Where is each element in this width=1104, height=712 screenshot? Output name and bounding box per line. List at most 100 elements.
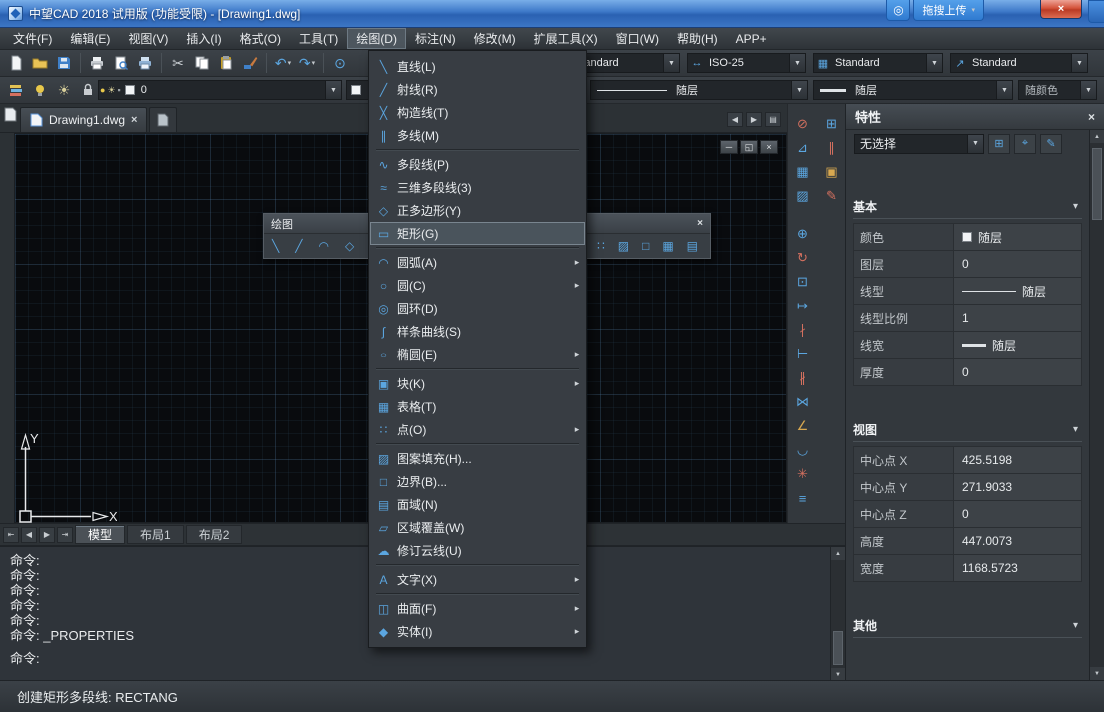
menu-insert[interactable]: 插入(I) (177, 28, 230, 49)
cut-button[interactable]: ✂ (166, 52, 190, 74)
document-tab-close-icon[interactable]: × (131, 114, 137, 126)
tab-nav-last-button[interactable]: ⇥ (57, 527, 73, 543)
section-other[interactable]: 其他 ▾ (853, 614, 1082, 638)
quick-select-button[interactable]: ✎ (1040, 134, 1062, 154)
point-icon[interactable]: ∷ (597, 239, 605, 253)
menu-item-surface[interactable]: ◫ 曲面(F) ▸ (370, 597, 585, 620)
overlay-more-button[interactable] (1088, 0, 1104, 23)
menu-item-arc[interactable]: ◠ 圆弧(A) ▸ (370, 251, 585, 274)
properties-panel-close-icon[interactable]: × (1088, 110, 1095, 124)
section-view[interactable]: 视图 ▾ (853, 418, 1082, 442)
align-button[interactable]: ≡ (788, 486, 817, 510)
menu-item-ellipse[interactable]: ○ 椭圆(E) ▸ (370, 343, 585, 366)
select-objects-button[interactable]: ⌖ (1014, 134, 1036, 154)
undo-button[interactable]: ↶ ▾ (271, 52, 295, 74)
menu-item-region[interactable]: ▤ 面域(N) (370, 493, 585, 516)
tab-layout1[interactable]: 布局1 (127, 525, 184, 544)
properties-scrollbar[interactable]: ▲ ▼ (1089, 130, 1104, 680)
child-restore-button[interactable]: ◱ (740, 140, 758, 154)
combo-arrow-icon[interactable]: ▼ (1080, 81, 1096, 99)
array-button[interactable]: ▦ (788, 160, 817, 184)
menu-item-circle[interactable]: ○ 圆(C) ▸ (370, 274, 585, 297)
new-button[interactable] (4, 52, 28, 74)
mleader-style-combo[interactable]: ↗ Standard ▼ (950, 53, 1088, 73)
menu-help[interactable]: 帮助(H) (668, 28, 727, 49)
combo-arrow-icon[interactable]: ▼ (791, 81, 807, 99)
tab-layout2[interactable]: 布局2 (186, 525, 243, 544)
zoom-realtime-button[interactable]: ⊙ (328, 52, 352, 74)
combo-arrow-icon[interactable]: ▼ (663, 54, 679, 72)
combo-arrow-icon[interactable]: ▼ (789, 54, 805, 72)
menu-app-plus[interactable]: APP+ (727, 28, 776, 49)
arc-icon[interactable]: ◠ (318, 239, 328, 253)
copy-object-button[interactable]: ⊞ (817, 112, 846, 136)
command-scrollbar-thumb[interactable] (833, 631, 843, 665)
chamfer-button[interactable]: ∠ (788, 414, 817, 438)
layer-states-button[interactable] (28, 79, 52, 101)
new-document-tab-button[interactable] (149, 107, 177, 132)
section-collapse-icon[interactable]: ▾ (1073, 201, 1082, 212)
move-button[interactable]: ⊕ (788, 222, 817, 246)
menu-dimension[interactable]: 标注(N) (406, 28, 465, 49)
menu-view[interactable]: 视图(V) (119, 28, 177, 49)
section-basic[interactable]: 基本 ▾ (853, 195, 1082, 219)
document-tab[interactable]: Drawing1.dwg × (20, 107, 147, 132)
section-collapse-icon[interactable]: ▾ (1073, 620, 1082, 631)
copy-button[interactable] (190, 52, 214, 74)
trim-button[interactable]: ∤ (788, 318, 817, 342)
polygon-icon[interactable]: ◇ (345, 239, 354, 253)
close-button[interactable]: × (1040, 0, 1082, 19)
menu-item-multiline[interactable]: ∥ 多线(M) (370, 124, 585, 147)
tab-scroll-right-button[interactable]: ▶ (746, 112, 762, 127)
rotate-button[interactable]: ↻ (788, 246, 817, 270)
menu-express-tools[interactable]: 扩展工具(X) (525, 28, 607, 49)
scroll-up-icon[interactable]: ▲ (831, 547, 845, 560)
combo-arrow-icon[interactable]: ▼ (1071, 54, 1087, 72)
tab-list-button[interactable]: ▤ (765, 112, 781, 127)
menu-item-spline[interactable]: ∫ 样条曲线(S) (370, 320, 585, 343)
command-input-line[interactable]: 命令: (10, 651, 823, 666)
tab-model[interactable]: 模型 (75, 525, 125, 544)
lock-icon[interactable]: ▪ (118, 85, 121, 95)
menu-item-line[interactable]: ╲ 直线(L) (370, 55, 585, 78)
dim-style-combo[interactable]: ↔ ISO-25 ▼ (687, 53, 806, 73)
menu-item-wipeout[interactable]: ▱ 区域覆盖(W) (370, 516, 585, 539)
menu-tools[interactable]: 工具(T) (290, 28, 347, 49)
combo-arrow-icon[interactable]: ▼ (996, 81, 1012, 99)
print-button[interactable] (85, 52, 109, 74)
table-icon[interactable]: ▦ (662, 239, 673, 253)
layer-properties-button[interactable] (4, 79, 28, 101)
paste-button[interactable] (214, 52, 238, 74)
save-button[interactable] (52, 52, 76, 74)
combo-arrow-icon[interactable]: ▼ (967, 135, 983, 153)
tab-nav-first-button[interactable]: ⇤ (3, 527, 19, 543)
break-button[interactable]: ∦ (788, 366, 817, 390)
layer-combo[interactable]: ● ☀ ▪ 0 ▼ (98, 80, 342, 100)
menu-item-ray[interactable]: ╱ 射线(R) (370, 78, 585, 101)
selection-combo[interactable]: 无选择 ▼ (854, 134, 984, 154)
menu-window[interactable]: 窗口(W) (607, 28, 668, 49)
menu-edit[interactable]: 编辑(E) (61, 28, 119, 49)
table-style-combo[interactable]: ▦ Standard ▼ (813, 53, 943, 73)
toggle-pickadd-button[interactable]: ⊞ (988, 134, 1010, 154)
scale-button[interactable]: ⊡ (788, 270, 817, 294)
tab-nav-prev-button[interactable]: ◀ (21, 527, 37, 543)
tab-scroll-left-button[interactable]: ◀ (727, 112, 743, 127)
block-button[interactable]: ▣ (817, 160, 846, 184)
hatch-icon[interactable]: ▨ (618, 239, 629, 253)
combo-arrow-icon[interactable]: ▼ (926, 54, 942, 72)
ray-icon[interactable]: ╱ (295, 239, 302, 253)
hatch-edit-button[interactable]: ▨ (788, 184, 817, 208)
boundary-icon[interactable]: □ (642, 239, 649, 253)
mirror-button[interactable]: ⊿ (788, 136, 817, 160)
match-properties-button[interactable] (238, 52, 262, 74)
offset-button[interactable]: ∥ (817, 136, 846, 160)
draw-toolbar-close-icon[interactable]: × (697, 218, 703, 229)
menu-draw[interactable]: 绘图(D) (347, 28, 406, 49)
layer-thaw-button[interactable]: ☀ (52, 79, 76, 101)
join-button[interactable]: ⋈ (788, 390, 817, 414)
title-bar[interactable]: 中望CAD 2018 试用版 (功能受限) - [Drawing1.dwg] ◎… (0, 0, 1104, 28)
print-preview-button[interactable] (109, 52, 133, 74)
extend-button[interactable]: ⊢ (788, 342, 817, 366)
upload-button[interactable]: 拖搜上传 ▾ (913, 0, 984, 21)
